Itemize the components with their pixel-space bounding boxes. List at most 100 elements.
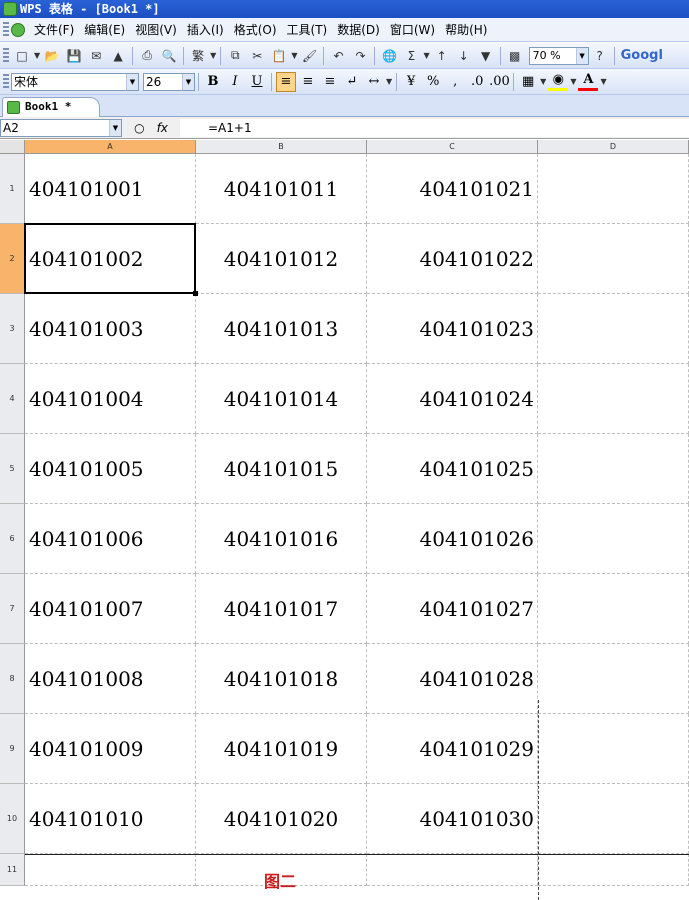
borders-dropdown-icon[interactable]: ▼ — [540, 77, 546, 86]
cell-d4[interactable] — [538, 364, 689, 434]
menu-data[interactable]: 数据(D) — [332, 19, 385, 41]
new-file-icon[interactable]: □ — [13, 47, 31, 65]
font-color-button[interactable]: A — [578, 72, 599, 91]
cell-b9[interactable]: 404101019 — [196, 714, 367, 784]
redo-icon[interactable]: ↷ — [351, 47, 369, 65]
menu-tools[interactable]: 工具(T) — [282, 19, 333, 41]
print-icon[interactable]: ⎙ — [138, 47, 156, 65]
name-box-dropdown-icon[interactable]: ▼ — [109, 119, 121, 136]
toolbar-grip[interactable] — [3, 73, 9, 90]
cell-d2[interactable] — [538, 224, 689, 294]
open-folder-icon[interactable]: 📂 — [43, 47, 61, 65]
cell-d9[interactable] — [538, 714, 689, 784]
traditional-chinese-button[interactable]: 繁 — [189, 47, 207, 65]
paste-icon[interactable]: 📋 — [270, 47, 288, 65]
cell-a3[interactable]: 404101003 — [25, 294, 196, 364]
cell-b3[interactable]: 404101013 — [196, 294, 367, 364]
row-header-1[interactable]: 1 — [0, 154, 25, 224]
cell-d3[interactable] — [538, 294, 689, 364]
menu-insert[interactable]: 插入(I) — [182, 19, 229, 41]
cell-c7[interactable]: 404101027 — [367, 574, 538, 644]
menu-format[interactable]: 格式(O) — [229, 19, 282, 41]
select-all-corner[interactable] — [0, 140, 25, 154]
hyperlink-icon[interactable]: 🌐 — [380, 47, 398, 65]
decrease-decimal-icon[interactable]: .00 — [489, 72, 510, 92]
undo-icon[interactable]: ↶ — [329, 47, 347, 65]
cell-d7[interactable] — [538, 574, 689, 644]
cell-a4[interactable]: 404101004 — [25, 364, 196, 434]
cell-c11[interactable] — [367, 854, 538, 886]
cell-d8[interactable] — [538, 644, 689, 714]
zoom-dropdown-icon[interactable]: ▼ — [575, 47, 588, 64]
cell-a8[interactable]: 404101008 — [25, 644, 196, 714]
row-header-11[interactable]: 11 — [0, 854, 25, 886]
zoom-select[interactable]: 70 % ▼ — [528, 46, 589, 65]
cell-a10[interactable]: 404101010 — [25, 784, 196, 854]
column-header-c[interactable]: C — [367, 140, 538, 154]
cell-d5[interactable] — [538, 434, 689, 504]
fill-color-dropdown-icon[interactable]: ▼ — [570, 77, 576, 86]
font-size-dropdown-icon[interactable]: ▼ — [182, 73, 194, 90]
cell-d1[interactable] — [538, 154, 689, 224]
google-search-button[interactable]: Googl — [621, 48, 663, 63]
cell-c1[interactable]: 404101021 — [367, 154, 538, 224]
merge-center-icon[interactable]: ↔ — [364, 72, 384, 92]
comma-style-icon[interactable]: , — [445, 72, 465, 92]
menu-window[interactable]: 窗口(W) — [385, 19, 440, 41]
cell-b1[interactable]: 404101011 — [196, 154, 367, 224]
new-dropdown-icon[interactable]: ▼ — [34, 51, 40, 60]
tab-book1[interactable]: Book1 * — [2, 97, 100, 117]
row-header-3[interactable]: 3 — [0, 294, 25, 364]
cell-c5[interactable]: 404101025 — [367, 434, 538, 504]
cell-a9[interactable]: 404101009 — [25, 714, 196, 784]
cell-b6[interactable]: 404101016 — [196, 504, 367, 574]
percent-button[interactable]: % — [423, 72, 443, 92]
font-dropdown-icon[interactable]: ▼ — [126, 73, 138, 90]
wrap-text-icon[interactable]: ↵ — [342, 72, 362, 92]
currency-icon[interactable]: ¥ — [401, 72, 421, 92]
cell-c3[interactable]: 404101023 — [367, 294, 538, 364]
row-header-10[interactable]: 10 — [0, 784, 25, 854]
cell-a5[interactable]: 404101005 — [25, 434, 196, 504]
menu-file[interactable]: 文件(F) — [29, 19, 79, 41]
column-header-a[interactable]: A — [25, 140, 196, 154]
row-header-4[interactable]: 4 — [0, 364, 25, 434]
font-size-select[interactable]: 26 ▼ — [143, 72, 195, 91]
align-center-icon[interactable]: ≡ — [298, 72, 318, 92]
copy-icon[interactable]: ⧉ — [226, 47, 244, 65]
row-header-8[interactable]: 8 — [0, 644, 25, 714]
insert-function-button[interactable]: fx — [157, 121, 168, 135]
traditional-dropdown-icon[interactable]: ▼ — [210, 51, 216, 60]
row-header-7[interactable]: 7 — [0, 574, 25, 644]
align-right-icon[interactable]: ≡ — [320, 72, 340, 92]
cell-a7[interactable]: 404101007 — [25, 574, 196, 644]
italic-button[interactable]: I — [225, 72, 245, 92]
increase-decimal-icon[interactable]: .0 — [467, 72, 487, 92]
save-icon[interactable]: 💾 — [65, 47, 83, 65]
menu-grip[interactable] — [3, 21, 9, 38]
function-wizard-icon[interactable]: ○ — [134, 121, 144, 135]
font-color-dropdown-icon[interactable]: ▼ — [600, 77, 606, 86]
cell-b7[interactable]: 404101017 — [196, 574, 367, 644]
cell-b8[interactable]: 404101018 — [196, 644, 367, 714]
menu-view[interactable]: 视图(V) — [130, 19, 182, 41]
cell-c10[interactable]: 404101030 — [367, 784, 538, 854]
cell-c4[interactable]: 404101024 — [367, 364, 538, 434]
format-painter-icon[interactable]: 🖌 — [300, 47, 318, 65]
cell-d10[interactable] — [538, 784, 689, 854]
menu-help[interactable]: 帮助(H) — [440, 19, 492, 41]
export-pdf-icon[interactable]: ▲ — [109, 47, 127, 65]
formula-input[interactable]: =A1+1 — [180, 118, 689, 137]
row-header-2[interactable]: 2 — [0, 224, 25, 294]
cell-d11[interactable] — [538, 854, 689, 886]
toolbar-grip[interactable] — [3, 47, 9, 64]
sort-descending-icon[interactable]: ↓ — [455, 47, 473, 65]
column-header-d[interactable]: D — [538, 140, 689, 154]
name-box[interactable]: A2 ▼ — [0, 118, 122, 137]
menu-edit[interactable]: 编辑(E) — [79, 19, 130, 41]
sort-ascending-icon[interactable]: ↑ — [433, 47, 451, 65]
row-header-5[interactable]: 5 — [0, 434, 25, 504]
cell-a1[interactable]: 404101001 — [25, 154, 196, 224]
cell-b2[interactable]: 404101012 — [196, 224, 367, 294]
autosum-dropdown-icon[interactable]: ▼ — [423, 51, 429, 60]
